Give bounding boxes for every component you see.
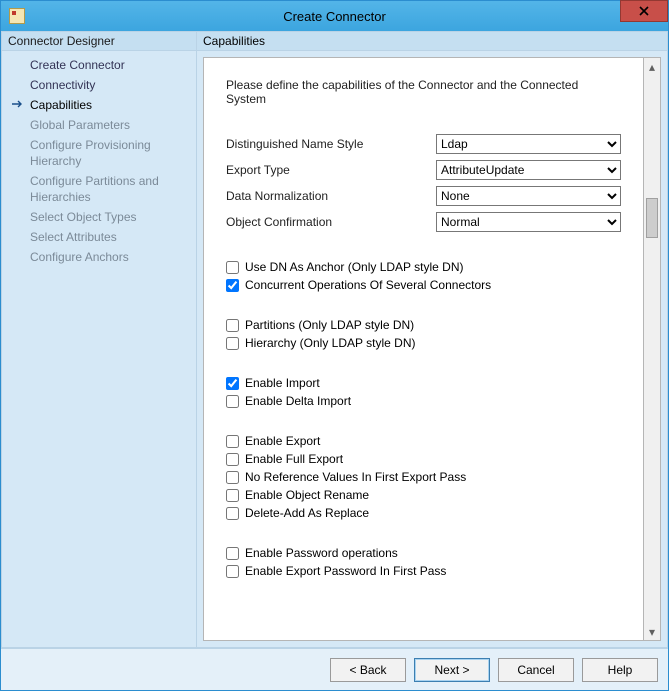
chk-hierarchy[interactable]: Hierarchy (Only LDAP style DN) <box>226 336 621 350</box>
nav-global-parameters: Global Parameters <box>2 115 196 135</box>
chk-enable-delta-import[interactable]: Enable Delta Import <box>226 394 621 408</box>
nav-connectivity[interactable]: Connectivity <box>2 75 196 95</box>
nav-label: Create Connector <box>30 58 125 72</box>
columns: Connector Designer Create Connector Conn… <box>1 31 668 648</box>
checkbox[interactable] <box>226 279 239 292</box>
nav-label: Connectivity <box>30 78 95 92</box>
nav-anchors: Configure Anchors <box>2 247 196 267</box>
next-button[interactable]: Next > <box>414 658 490 682</box>
checkbox[interactable] <box>226 261 239 274</box>
close-button[interactable] <box>620 0 668 22</box>
row-obj-conf: Object Confirmation Normal <box>226 212 621 232</box>
chk-label: Enable Export Password In First Pass <box>245 564 446 578</box>
checkbox[interactable] <box>226 565 239 578</box>
chk-label: Delete-Add As Replace <box>245 506 369 520</box>
dialog-window: Create Connector Connector Designer Crea… <box>0 0 669 691</box>
panel-wrap: Please define the capabilities of the Co… <box>197 51 667 647</box>
vertical-scrollbar[interactable]: ▴ ▾ <box>644 57 661 641</box>
chk-label: Concurrent Operations Of Several Connect… <box>245 278 491 292</box>
chk-label: Use DN As Anchor (Only LDAP style DN) <box>245 260 464 274</box>
help-button[interactable]: Help <box>582 658 658 682</box>
select-data-norm[interactable]: None <box>436 186 621 206</box>
nav-label: Capabilities <box>30 98 92 112</box>
dialog-body: Connector Designer Create Connector Conn… <box>1 31 668 690</box>
select-dn-style[interactable]: Ldap <box>436 134 621 154</box>
checkbox[interactable] <box>226 471 239 484</box>
select-export-type[interactable]: AttributeUpdate <box>436 160 621 180</box>
checkbox[interactable] <box>226 319 239 332</box>
chk-enable-import[interactable]: Enable Import <box>226 376 621 390</box>
chk-label: Partitions (Only LDAP style DN) <box>245 318 414 332</box>
arrow-right-icon <box>12 98 24 110</box>
label-obj-conf: Object Confirmation <box>226 215 436 229</box>
label-dn-style: Distinguished Name Style <box>226 137 436 151</box>
chk-enable-export[interactable]: Enable Export <box>226 434 621 448</box>
sidebar-header: Connector Designer <box>2 32 196 51</box>
scroll-thumb[interactable] <box>646 198 658 238</box>
chk-enable-pwd-ops[interactable]: Enable Password operations <box>226 546 621 560</box>
scroll-down-icon[interactable]: ▾ <box>644 623 660 640</box>
cancel-button[interactable]: Cancel <box>498 658 574 682</box>
nav-label: Configure Anchors <box>30 250 129 264</box>
nav-label: Configure Provisioning Hierarchy <box>30 138 151 168</box>
nav-list: Create Connector Connectivity Capabiliti… <box>2 51 196 267</box>
chk-label: Enable Import <box>245 376 320 390</box>
chk-label: No Reference Values In First Export Pass <box>245 470 466 484</box>
chk-label: Enable Password operations <box>245 546 398 560</box>
scroll-up-icon[interactable]: ▴ <box>644 58 660 75</box>
row-dn-style: Distinguished Name Style Ldap <box>226 134 621 154</box>
chk-delete-add-replace[interactable]: Delete-Add As Replace <box>226 506 621 520</box>
capabilities-panel: Please define the capabilities of the Co… <box>203 57 644 641</box>
select-obj-conf[interactable]: Normal <box>436 212 621 232</box>
content-header: Capabilities <box>197 32 667 51</box>
nav-create-connector[interactable]: Create Connector <box>2 55 196 75</box>
nav-label: Select Attributes <box>30 230 117 244</box>
chk-enable-full-export[interactable]: Enable Full Export <box>226 452 621 466</box>
chk-enable-obj-rename[interactable]: Enable Object Rename <box>226 488 621 502</box>
nav-object-types: Select Object Types <box>2 207 196 227</box>
content-pane: Capabilities Please define the capabilit… <box>197 32 667 647</box>
nav-provisioning-hierarchy: Configure Provisioning Hierarchy <box>2 135 196 171</box>
nav-label: Configure Partitions and Hierarchies <box>30 174 159 204</box>
nav-label: Select Object Types <box>30 210 137 224</box>
label-data-norm: Data Normalization <box>226 189 436 203</box>
chk-enable-export-pwd-first[interactable]: Enable Export Password In First Pass <box>226 564 621 578</box>
chk-label: Enable Object Rename <box>245 488 369 502</box>
row-export-type: Export Type AttributeUpdate <box>226 160 621 180</box>
nav-label: Global Parameters <box>30 118 130 132</box>
button-bar: < Back Next > Cancel Help <box>1 648 668 690</box>
chk-use-dn-anchor[interactable]: Use DN As Anchor (Only LDAP style DN) <box>226 260 621 274</box>
back-button[interactable]: < Back <box>330 658 406 682</box>
checkbox[interactable] <box>226 337 239 350</box>
chk-concurrent-ops[interactable]: Concurrent Operations Of Several Connect… <box>226 278 621 292</box>
row-data-norm: Data Normalization None <box>226 186 621 206</box>
intro-text: Please define the capabilities of the Co… <box>226 78 621 106</box>
checkbox[interactable] <box>226 507 239 520</box>
nav-capabilities[interactable]: Capabilities <box>2 95 196 115</box>
checkbox[interactable] <box>226 395 239 408</box>
checkbox[interactable] <box>226 453 239 466</box>
chk-label: Enable Export <box>245 434 320 448</box>
close-icon <box>639 6 649 16</box>
label-export-type: Export Type <box>226 163 436 177</box>
chk-label: Enable Delta Import <box>245 394 351 408</box>
nav-partitions-hierarchies: Configure Partitions and Hierarchies <box>2 171 196 207</box>
window-title: Create Connector <box>1 9 668 24</box>
checkbox[interactable] <box>226 489 239 502</box>
chk-no-ref-values[interactable]: No Reference Values In First Export Pass <box>226 470 621 484</box>
checkbox[interactable] <box>226 377 239 390</box>
chk-partitions[interactable]: Partitions (Only LDAP style DN) <box>226 318 621 332</box>
titlebar: Create Connector <box>1 1 668 31</box>
chk-label: Enable Full Export <box>245 452 343 466</box>
checkbox[interactable] <box>226 435 239 448</box>
sidebar: Connector Designer Create Connector Conn… <box>2 32 197 647</box>
chk-label: Hierarchy (Only LDAP style DN) <box>245 336 415 350</box>
nav-attributes: Select Attributes <box>2 227 196 247</box>
checkbox[interactable] <box>226 547 239 560</box>
